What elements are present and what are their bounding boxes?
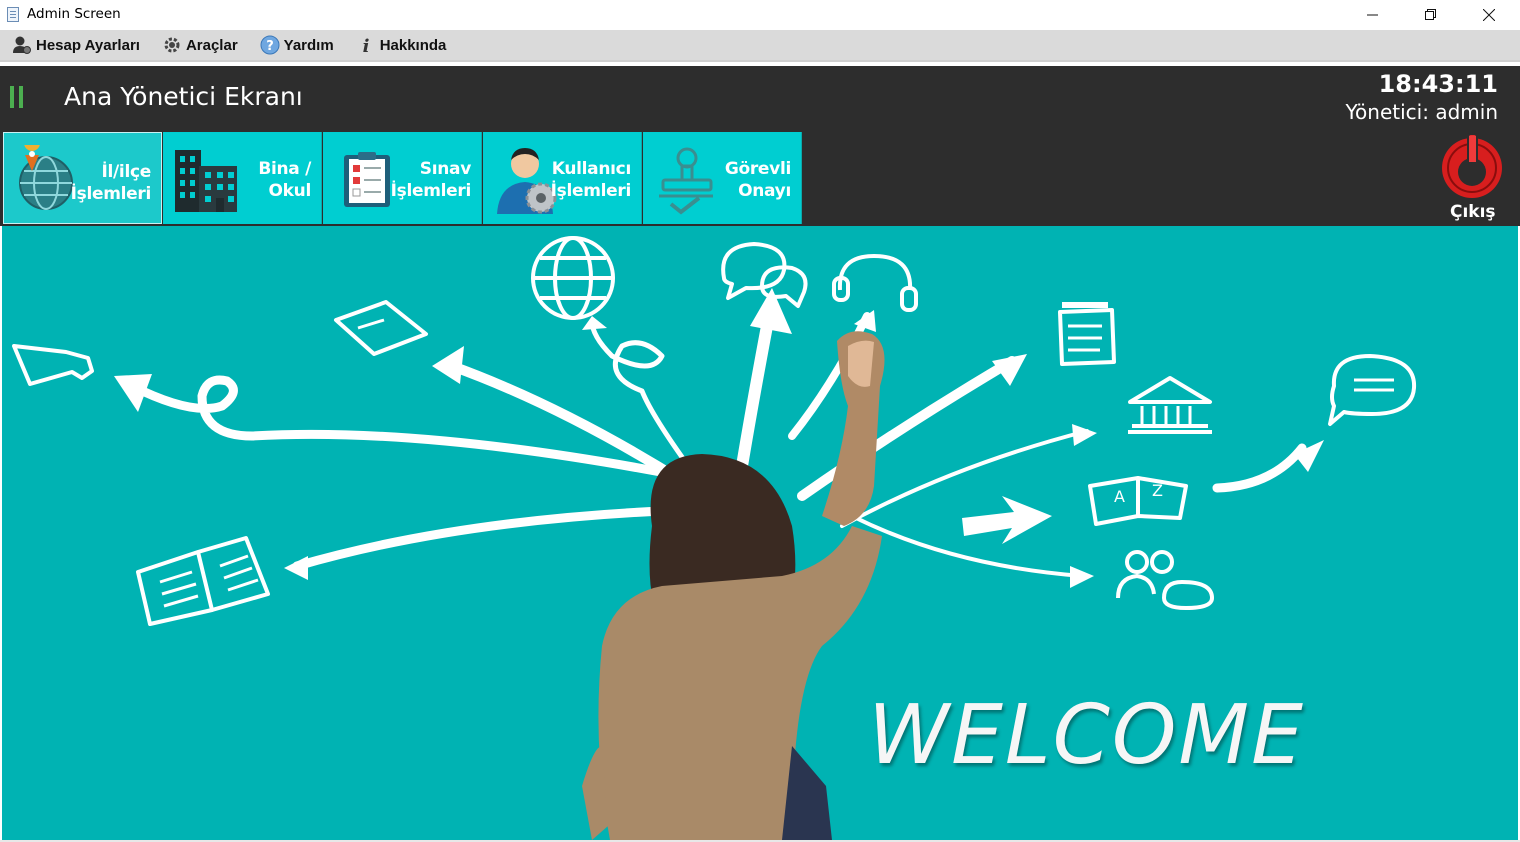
stamp-approval-icon [659,147,713,215]
header-accent-bar [19,86,23,108]
arrow-path-up [736,320,773,472]
header-accent-bar [10,86,14,108]
menu-yardim[interactable]: ? Yardım [260,35,334,55]
tile-bina-okul[interactable]: Bina / Okul [163,132,322,224]
current-user: Yönetici: admin [1345,100,1499,124]
app-icon [7,7,19,22]
svg-text:?: ? [266,39,274,54]
tile-label-line1: Görevli [724,159,791,179]
menu-hesap-ayarlari[interactable]: Hesap Ayarları [12,35,140,55]
close-button[interactable] [1466,0,1512,30]
dictionary-letter-a: A [1114,487,1125,506]
open-book-icon [136,550,214,626]
close-icon [1483,9,1495,21]
menu-label: Hakkında [379,36,447,54]
help-icon: ? [260,35,280,55]
users-icon [1125,550,1149,574]
menu-hakkinda[interactable]: i Hakkında [356,35,447,55]
menu-label: Yardım [283,36,334,54]
clock: 18:43:11 [1378,70,1498,98]
power-icon [1442,133,1502,198]
tile-label-line1: Sınav [419,159,472,179]
page-title: Ana Yönetici Ekranı [64,82,303,111]
tile-sinav-islemleri[interactable]: Sınav İşlemleri [323,132,482,224]
menu-label: Hesap Ayarları [36,36,140,54]
building-icon [175,150,237,212]
headset-icon [837,254,913,291]
app-header: Ana Yönetici Ekranı 18:43:11 Yönetici: a… [0,66,1520,130]
minimize-button[interactable] [1350,0,1396,30]
restore-button[interactable] [1408,0,1454,30]
tile-label-line1: İl/ilçe [101,162,151,182]
tile-label-line2: İşlemleri [550,181,632,201]
tile-label-line2: İşlemleri [70,184,152,204]
tile-label-line1: Kullanıcı [551,159,632,179]
arrow-path-lower-left [292,506,667,571]
tile-label-line2: İşlemleri [390,181,472,201]
tile-label-line2: Okul [268,181,312,201]
logout-button[interactable]: Çıkış [1428,132,1516,224]
arrow-path-upper-left [447,361,687,486]
arrow-path-far-right [1212,443,1307,493]
welcome-banner: A Z WELCOME [2,226,1518,840]
arrow-path-curly [589,318,695,474]
tile-il-ilce-islemleri[interactable]: İl/ilçe İşlemleri [3,132,162,224]
window-title-bar: Admin Screen [0,0,1520,30]
logout-label: Çıkış [1450,202,1496,222]
svg-text:i: i [362,36,369,55]
restore-icon [1425,9,1436,20]
globe-location-icon [19,145,73,210]
menu-araclar[interactable]: Araçlar [162,35,238,55]
tile-gorevli-onayi[interactable]: Görevli Onayı [643,132,802,224]
woman-figure [582,331,885,840]
window-title: Admin Screen [27,6,121,22]
minimize-icon [1367,14,1378,16]
user-gear-icon [12,35,32,55]
exam-clipboard-icon [344,152,390,207]
menu-label: Araçlar [185,36,238,54]
book-closed-icon [334,300,428,356]
info-icon: i [356,35,376,55]
tile-kullanici-islemleri[interactable]: Kullanıcı İşlemleri [483,132,642,224]
tile-label-line2: Onayı [738,181,791,201]
gear-icon [162,35,182,55]
tile-label-line1: Bina / [258,159,311,179]
welcome-text: WELCOME [868,688,1305,783]
menu-bar: Hesap Ayarları Araçlar ? Yardım i Hakkın… [0,30,1520,62]
museum-icon [1128,376,1212,404]
dictionary-letter-z: Z [1152,481,1163,500]
chat-bubbles-icon [721,242,787,300]
module-toolbar: İl/ilçe İşlemleri Bina / Okul Sınav İşle… [0,130,1520,226]
megaphone-icon [12,344,94,386]
